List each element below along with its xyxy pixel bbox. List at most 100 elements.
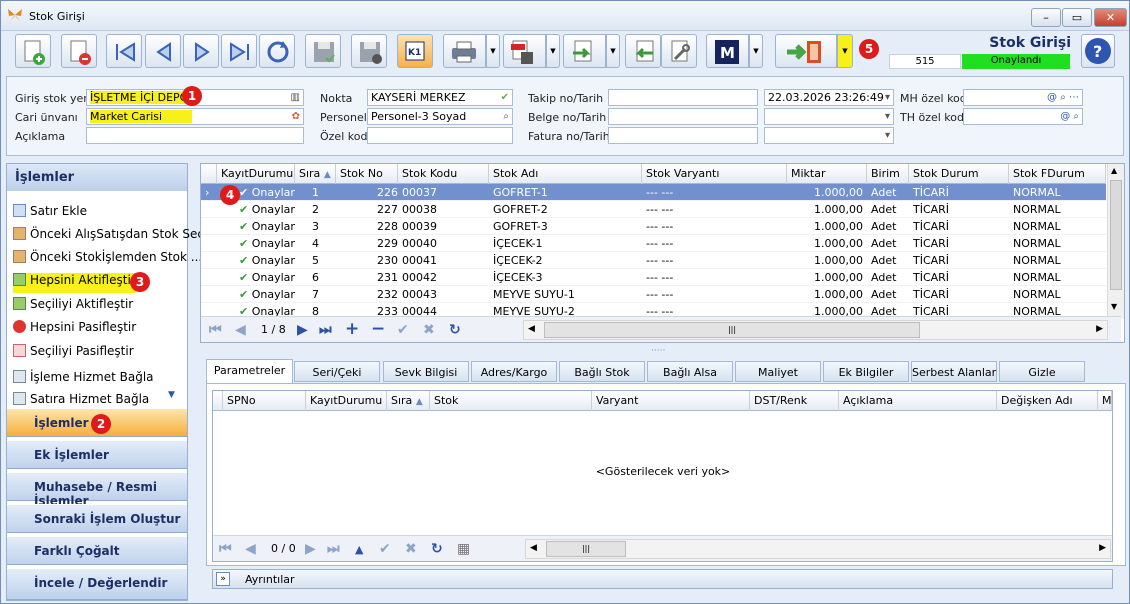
chevron-down-icon[interactable]: ▾ — [885, 92, 890, 103]
tab-gizle[interactable]: Gizle — [999, 361, 1085, 382]
group-ek-islemler[interactable]: Ek İşlemler — [7, 440, 187, 469]
expand-icon[interactable]: » — [216, 572, 230, 586]
column-header[interactable]: Değişken Adı — [997, 391, 1098, 411]
fatura-date-field[interactable]: ▾ — [764, 127, 894, 144]
takip-date-field[interactable]: 22.03.2026 23:26:49 ▾ — [764, 89, 894, 106]
scroll-down-icon[interactable]: ▼ — [168, 390, 175, 400]
splitter-handle[interactable]: ····· — [651, 346, 665, 356]
scroll-up-icon[interactable]: ▲ — [1111, 166, 1117, 175]
mh-ozel-kod-field[interactable]: @ ⌕ ⋯ — [963, 89, 1083, 106]
exit-dropdown[interactable]: ▼ — [837, 34, 853, 68]
chevron-down-icon[interactable]: ▾ — [885, 130, 890, 141]
sidebar-item-satir-ekle[interactable]: Satır Ekle — [13, 204, 87, 224]
last-record-button[interactable] — [221, 34, 257, 68]
confirm-icon[interactable]: ✔ — [379, 541, 391, 557]
minimize-button[interactable]: – — [1031, 8, 1061, 27]
column-header[interactable]: Birim — [867, 164, 909, 184]
belge-date-field[interactable]: ▾ — [764, 108, 894, 125]
pdf-save-button[interactable] — [503, 34, 546, 68]
aciklama-field[interactable] — [86, 127, 304, 144]
th-ozel-kod-field[interactable]: @ ⌕ — [963, 108, 1083, 125]
refresh-icon[interactable]: ↻ — [431, 541, 443, 557]
tab-seri-ceki[interactable]: Seri/Çeki — [294, 361, 380, 382]
next-page-icon[interactable]: ▶ — [297, 322, 308, 338]
sidebar-item-onceki-alissatis[interactable]: Önceki AlışSatışdan Stok Seç — [13, 227, 204, 247]
group-muhasebe[interactable]: Muhasebe / Resmi İşlemler — [7, 472, 187, 508]
scroll-thumb[interactable]: ||| — [546, 541, 626, 557]
scroll-down-icon[interactable]: ▼ — [1111, 302, 1117, 311]
cari-unvani-field[interactable]: Market Carisi ✿ — [86, 108, 304, 125]
sidebar-item-seciliyi-pasiflestir[interactable]: Seçiliyi Pasifleştir — [13, 344, 134, 364]
column-header[interactable]: Stok Durum — [909, 164, 1009, 184]
scroll-right-icon[interactable]: ▶ — [1099, 543, 1106, 553]
last-page-icon[interactable]: ⏭ — [327, 541, 340, 557]
column-header[interactable]: Varyant — [592, 391, 750, 411]
table-row[interactable]: ✔ Onaylan 6 231 00042 İÇECEK-3 --- --- 1.000,0… — [201, 269, 1106, 286]
sidebar-item-hepsini-aktiflestir[interactable]: Hepsini Aktifleştir — [13, 273, 136, 293]
nokta-field[interactable]: KAYSERİ MERKEZ ✔ — [367, 89, 513, 106]
calculator-icon[interactable]: ▦ — [457, 541, 470, 557]
pdf-dropdown[interactable]: ▼ — [546, 34, 560, 68]
group-farkli-cogalt[interactable]: Farklı Çoğalt — [7, 536, 187, 565]
m-app-dropdown[interactable]: ▼ — [749, 34, 763, 68]
column-header[interactable]: Stok No — [336, 164, 398, 184]
column-header[interactable]: DST/Renk — [750, 391, 839, 411]
first-page-icon[interactable]: ⏮ — [209, 322, 222, 338]
cancel-icon[interactable]: ✖ — [405, 541, 417, 557]
print-dropdown[interactable]: ▼ — [486, 34, 500, 68]
export-button[interactable] — [563, 34, 606, 68]
takip-no-field[interactable] — [608, 89, 758, 106]
next-record-button[interactable] — [183, 34, 219, 68]
tab-parametreler[interactable]: Parametreler — [206, 359, 293, 383]
tab-bagli-stok[interactable]: Bağlı Stok — [559, 361, 645, 382]
column-header[interactable]: Sıra ▲ — [387, 391, 430, 411]
column-header[interactable]: Stok Adı — [489, 164, 642, 184]
table-row[interactable]: › ✔ Onaylan 1 226 00037 GOFRET-1 --- --- 1.000,… — [201, 184, 1106, 201]
refresh-icon[interactable]: ↻ — [449, 322, 461, 338]
save-button[interactable] — [305, 34, 341, 68]
belge-no-field[interactable] — [608, 108, 758, 125]
first-page-icon[interactable]: ⏮ — [219, 541, 232, 557]
last-page-icon[interactable]: ⏭ — [319, 322, 332, 338]
maximize-button[interactable]: ▭ — [1062, 8, 1092, 27]
scroll-left-icon[interactable]: ◀ — [530, 543, 537, 553]
prev-page-icon[interactable]: ◀ — [245, 541, 256, 557]
close-button[interactable]: ✕ — [1094, 8, 1127, 27]
previous-record-button[interactable] — [145, 34, 181, 68]
column-header[interactable]: KayıtDurumu — [306, 391, 387, 411]
import-button[interactable] — [625, 34, 661, 68]
scroll-thumb[interactable] — [1110, 180, 1122, 290]
barcode-icon[interactable]: ▥ — [291, 92, 300, 103]
sidebar-item-isleme-hizmet-bagla[interactable]: İşleme Hizmet Bağla — [13, 370, 154, 390]
sidebar-item-hepsini-pasiflestir[interactable]: Hepsini Pasifleştir — [13, 320, 136, 340]
column-header[interactable]: Stok FDurum — [1009, 164, 1106, 184]
grid-horizontal-scrollbar[interactable]: ◀ ||| ▶ — [523, 320, 1108, 340]
tab-sevk-bilgisi[interactable]: Sevk Bilgisi — [383, 361, 469, 382]
help-button[interactable]: ? — [1081, 34, 1115, 68]
tab-adres-kargo[interactable]: Adres/Kargo — [471, 361, 557, 382]
table-row[interactable]: ✔ Onaylan 7 232 00043 MEYVE SUYU-1 --- --- 1.0… — [201, 286, 1106, 303]
remove-icon[interactable]: − — [371, 319, 385, 339]
grid-vertical-scrollbar[interactable]: ▲ ▼ — [1107, 164, 1124, 319]
column-header[interactable]: Stok — [430, 391, 592, 411]
sidebar-item-seciliyi-aktiflestir[interactable]: Seçiliyi Aktifleştir — [13, 297, 133, 317]
tools-button[interactable] — [661, 34, 697, 68]
print-button[interactable] — [443, 34, 486, 68]
sidebar-item-onceki-stokislem[interactable]: Önceki Stokİşlemden Stok ... — [13, 250, 202, 270]
column-header[interactable]: Stok Varyantı — [642, 164, 787, 184]
table-row[interactable]: ✔ Onaylan 2 227 00038 GOFRET-2 --- --- 1.000,0… — [201, 201, 1106, 218]
group-sonraki-islem[interactable]: Sonraki İşlem Oluştur — [7, 504, 187, 533]
group-incele[interactable]: İncele / Değerlendir — [7, 568, 187, 600]
subgrid-horizontal-scrollbar[interactable]: ◀ ||| ▶ — [525, 539, 1111, 559]
tab-ek-bilgiler[interactable]: Ek Bilgiler — [823, 361, 909, 382]
column-header[interactable]: Sıra ▲ — [295, 164, 336, 184]
tab-serbest-alanlar[interactable]: Serbest Alanlar — [911, 361, 997, 382]
people-icon[interactable]: ✿ — [292, 111, 300, 122]
scroll-thumb[interactable]: ||| — [544, 322, 920, 338]
table-row[interactable]: ✔ Onaylan 4 229 00040 İÇECEK-1 --- --- 1.000,0… — [201, 235, 1106, 252]
tab-maliyet[interactable]: Maliyet — [735, 361, 821, 382]
search-icon[interactable]: ⌕ — [503, 111, 509, 122]
exit-button[interactable] — [775, 34, 837, 68]
table-row[interactable]: ✔ Onaylan 3 228 00039 GOFRET-3 --- --- 1.000,0… — [201, 218, 1106, 235]
m-app-button[interactable]: M — [706, 34, 749, 68]
